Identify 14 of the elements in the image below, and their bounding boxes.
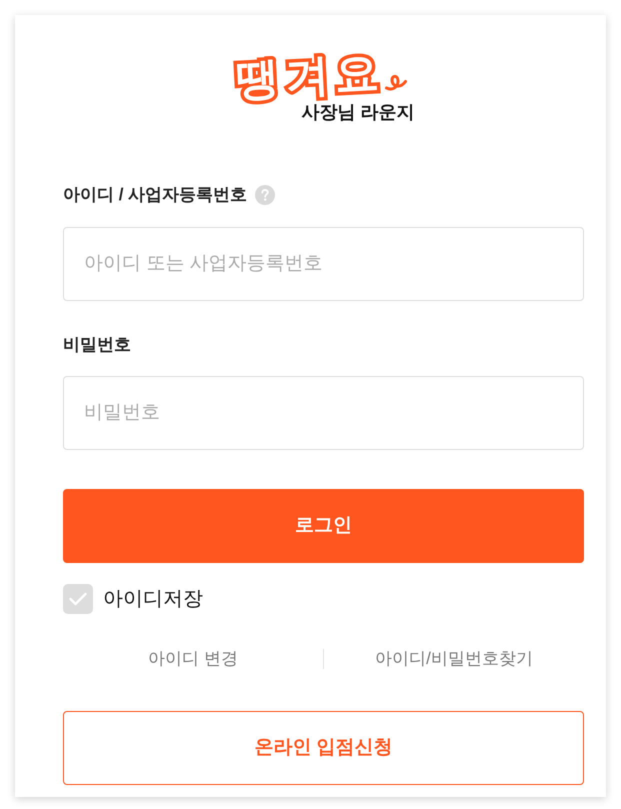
find-id-password-link[interactable]: 아이디/비밀번호찾기	[324, 647, 584, 671]
id-input-field[interactable]: 아이디 또는 사업자등록번호	[63, 227, 584, 301]
remember-id-label[interactable]: 아이디저장	[103, 585, 203, 613]
checkbox[interactable]	[63, 584, 93, 614]
online-signup-button[interactable]: 온라인 입점신청	[63, 711, 584, 785]
login-button[interactable]: 로그인	[63, 489, 584, 563]
checkmark-icon	[69, 592, 87, 606]
logo-wordmark: 땡겨요	[232, 48, 386, 105]
password-field-label: 비밀번호	[63, 334, 131, 356]
change-id-link[interactable]: 아이디 변경	[63, 647, 323, 671]
help-icon[interactable]	[255, 185, 276, 205]
logo-subtitle: 사장님 라운지	[301, 102, 414, 123]
password-input-field[interactable]: 비밀번호	[63, 376, 584, 450]
id-field-label: 아이디 / 사업자등록번호	[63, 184, 248, 206]
